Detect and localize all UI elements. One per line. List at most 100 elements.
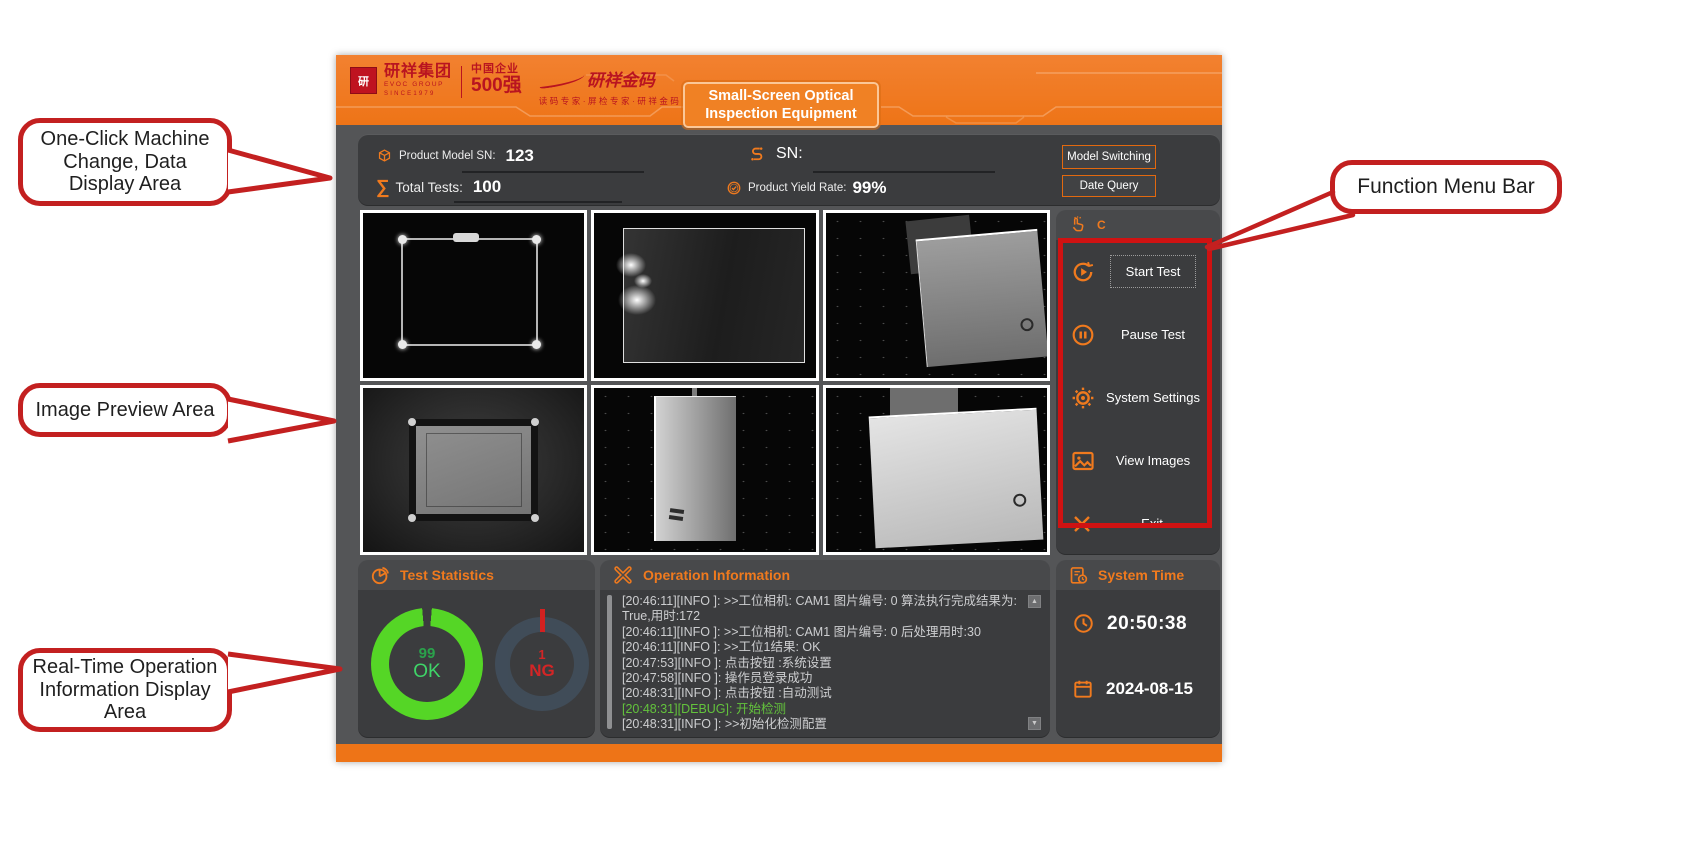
yield-rate-label: Product Yield Rate: (748, 182, 846, 194)
restart-play-icon (1070, 259, 1096, 285)
sn-underline (813, 171, 995, 173)
log-scroll-area[interactable]: [20:46:11][INFO ]: >>工位相机: CAM1 图片编号: 0 … (604, 590, 1046, 734)
system-settings-label: System Settings (1096, 390, 1220, 405)
log-scrollbar[interactable] (607, 595, 612, 729)
operation-information-header: Operation Information (600, 560, 1050, 590)
start-test-label: Start Test (1110, 255, 1197, 288)
total-tests-underline (454, 201, 622, 203)
exit-label: Exit (1094, 516, 1220, 531)
function-menu-panel: C Start Test Pause Test (1056, 210, 1220, 555)
inspected-part (409, 419, 537, 521)
system-time-title: System Time (1098, 567, 1184, 583)
page: 研 研祥集团 EVOC GROUP SINCE1979 中国企业 500强 研祥… (0, 0, 1688, 861)
logo-divider (461, 66, 462, 98)
preview-image-cam2[interactable] (591, 210, 818, 381)
app-title: Small-Screen Optical Inspection Equipmen… (683, 82, 879, 128)
callout-data-area: One-Click Machine Change, Data Display A… (18, 118, 232, 206)
logo-swash-decoration (538, 73, 585, 89)
pause-circle-icon (1070, 322, 1096, 348)
clock-icon (1072, 612, 1095, 635)
callout-operation-info: Real-Time Operation Information Display … (18, 648, 232, 732)
scroll-up-icon[interactable]: ▲ (1028, 595, 1041, 608)
ng-count: 1 (538, 648, 545, 662)
yield-rate-field: Product Yield Rate: 99% (726, 178, 886, 198)
product-model-field: Product Model SN: 123 (376, 146, 534, 166)
preview-image-cam3[interactable] (823, 210, 1050, 381)
logo-brand-block: 研祥金码 读码专家·屏检专家·研祥金码 (539, 66, 682, 107)
ok-count: 99 (419, 646, 436, 662)
current-time: 20:50:38 (1107, 613, 1187, 635)
pause-test-label: Pause Test (1096, 327, 1220, 342)
product-model-underline (462, 171, 644, 173)
model-switching-button[interactable]: Model Switching (1062, 145, 1156, 169)
inspected-part (401, 238, 538, 347)
x-icon (1070, 512, 1094, 536)
logo: 研 研祥集团 EVOC GROUP SINCE1979 中国企业 500强 研祥… (350, 64, 681, 107)
sn-field: SN: (746, 144, 813, 164)
menu-item-view-images[interactable]: View Images (1056, 429, 1220, 492)
image-preview-area (360, 210, 1050, 555)
log-line: [20:48:31][INFO ]: >>初始化检测配置 (622, 717, 1022, 732)
app-window: 研 研祥集团 EVOC GROUP SINCE1979 中国企业 500强 研祥… (336, 55, 1222, 762)
ng-donut-chart: 1 NG (495, 617, 589, 711)
log-line: [20:46:11][INFO ]: >>工位相机: CAM1 图片编号: 0 … (622, 625, 1022, 640)
inspected-part (623, 228, 805, 363)
menu-item-pause-test[interactable]: Pause Test (1056, 303, 1220, 366)
view-images-label: View Images (1096, 453, 1220, 468)
date-row: 2024-08-15 (1072, 678, 1193, 700)
test-statistics-panel: Test Statistics 99 OK 1 NG (358, 560, 595, 738)
pie-chart-icon (370, 565, 391, 586)
header-banner: 研 研祥集团 EVOC GROUP SINCE1979 中国企业 500强 研祥… (336, 55, 1222, 125)
operation-information-title: Operation Information (643, 567, 790, 583)
menu-item-system-settings[interactable]: System Settings (1056, 366, 1220, 429)
ok-label: OK (413, 662, 440, 682)
log-lines: [20:46:11][INFO ]: >>工位相机: CAM1 图片编号: 0 … (622, 594, 1022, 732)
system-time-panel: System Time 20:50:38 2024-08-15 (1056, 560, 1220, 738)
crossed-tools-icon (612, 564, 634, 586)
preview-image-cam6[interactable] (823, 385, 1050, 556)
ok-donut-chart: 99 OK (371, 608, 483, 720)
test-statistics-header: Test Statistics (358, 560, 595, 590)
preview-image-cam1[interactable] (360, 210, 587, 381)
callout-function-menu: Function Menu Bar (1330, 160, 1562, 214)
app-title-line2: Inspection Equipment (705, 105, 856, 123)
log-line: [20:47:58][INFO ]: 操作员登录成功 (622, 671, 1022, 686)
preview-image-cam4[interactable] (360, 385, 587, 556)
callout-image-preview: Image Preview Area (18, 383, 232, 437)
logo-group-block: 研祥集团 EVOC GROUP SINCE1979 (384, 64, 452, 97)
doc-clock-icon (1068, 565, 1089, 586)
logo-brand-script: 研祥金码 (587, 71, 655, 90)
gear-icon (1070, 385, 1096, 411)
inspected-part (869, 408, 1044, 548)
total-tests-value: 100 (473, 177, 501, 197)
system-time-header: System Time (1056, 560, 1220, 590)
logo-rank-line2: 500强 (471, 76, 522, 95)
inspected-part (915, 229, 1047, 367)
function-menu-header-label: C (1097, 218, 1106, 232)
operation-information-panel: Operation Information [20:46:11][INFO ]:… (600, 560, 1050, 738)
yield-rate-value: 99% (852, 178, 886, 198)
date-query-button[interactable]: Date Query (1062, 175, 1156, 197)
picture-icon (1070, 448, 1096, 474)
scroll-down-icon[interactable]: ▼ (1028, 717, 1041, 730)
test-statistics-title: Test Statistics (400, 567, 494, 583)
product-model-value: 123 (506, 146, 534, 166)
inspected-part (654, 396, 736, 541)
log-line: [20:48:31][INFO ]: 点击按钮 :自动测试 (622, 686, 1022, 701)
logo-tagline: 读码专家·屏检专家·研祥金码 (539, 95, 682, 107)
logo-group-name: 研祥集团 (384, 64, 452, 80)
menu-item-exit[interactable]: Exit (1056, 492, 1220, 555)
function-menu-header: C (1056, 210, 1220, 240)
logo-rank-line1: 中国企业 (471, 64, 522, 75)
app-title-line1: Small-Screen Optical (708, 87, 853, 105)
calendar-icon (1072, 678, 1094, 700)
logo-mark-icon: 研 (350, 67, 377, 94)
time-row: 20:50:38 (1072, 612, 1187, 635)
menu-item-start-test[interactable]: Start Test (1056, 240, 1220, 303)
data-display-panel: Product Model SN: 123 ∑ Total Tests: 100… (358, 134, 1220, 206)
log-line: [20:46:11][INFO ]: >>工位1结果: OK (622, 640, 1022, 655)
total-tests-label: Total Tests: (396, 180, 463, 195)
preview-image-cam5[interactable] (591, 385, 818, 556)
check-circle-icon (726, 180, 742, 196)
log-line: [20:46:11][INFO ]: >>工位相机: CAM1 图片编号: 0 … (622, 594, 1022, 625)
